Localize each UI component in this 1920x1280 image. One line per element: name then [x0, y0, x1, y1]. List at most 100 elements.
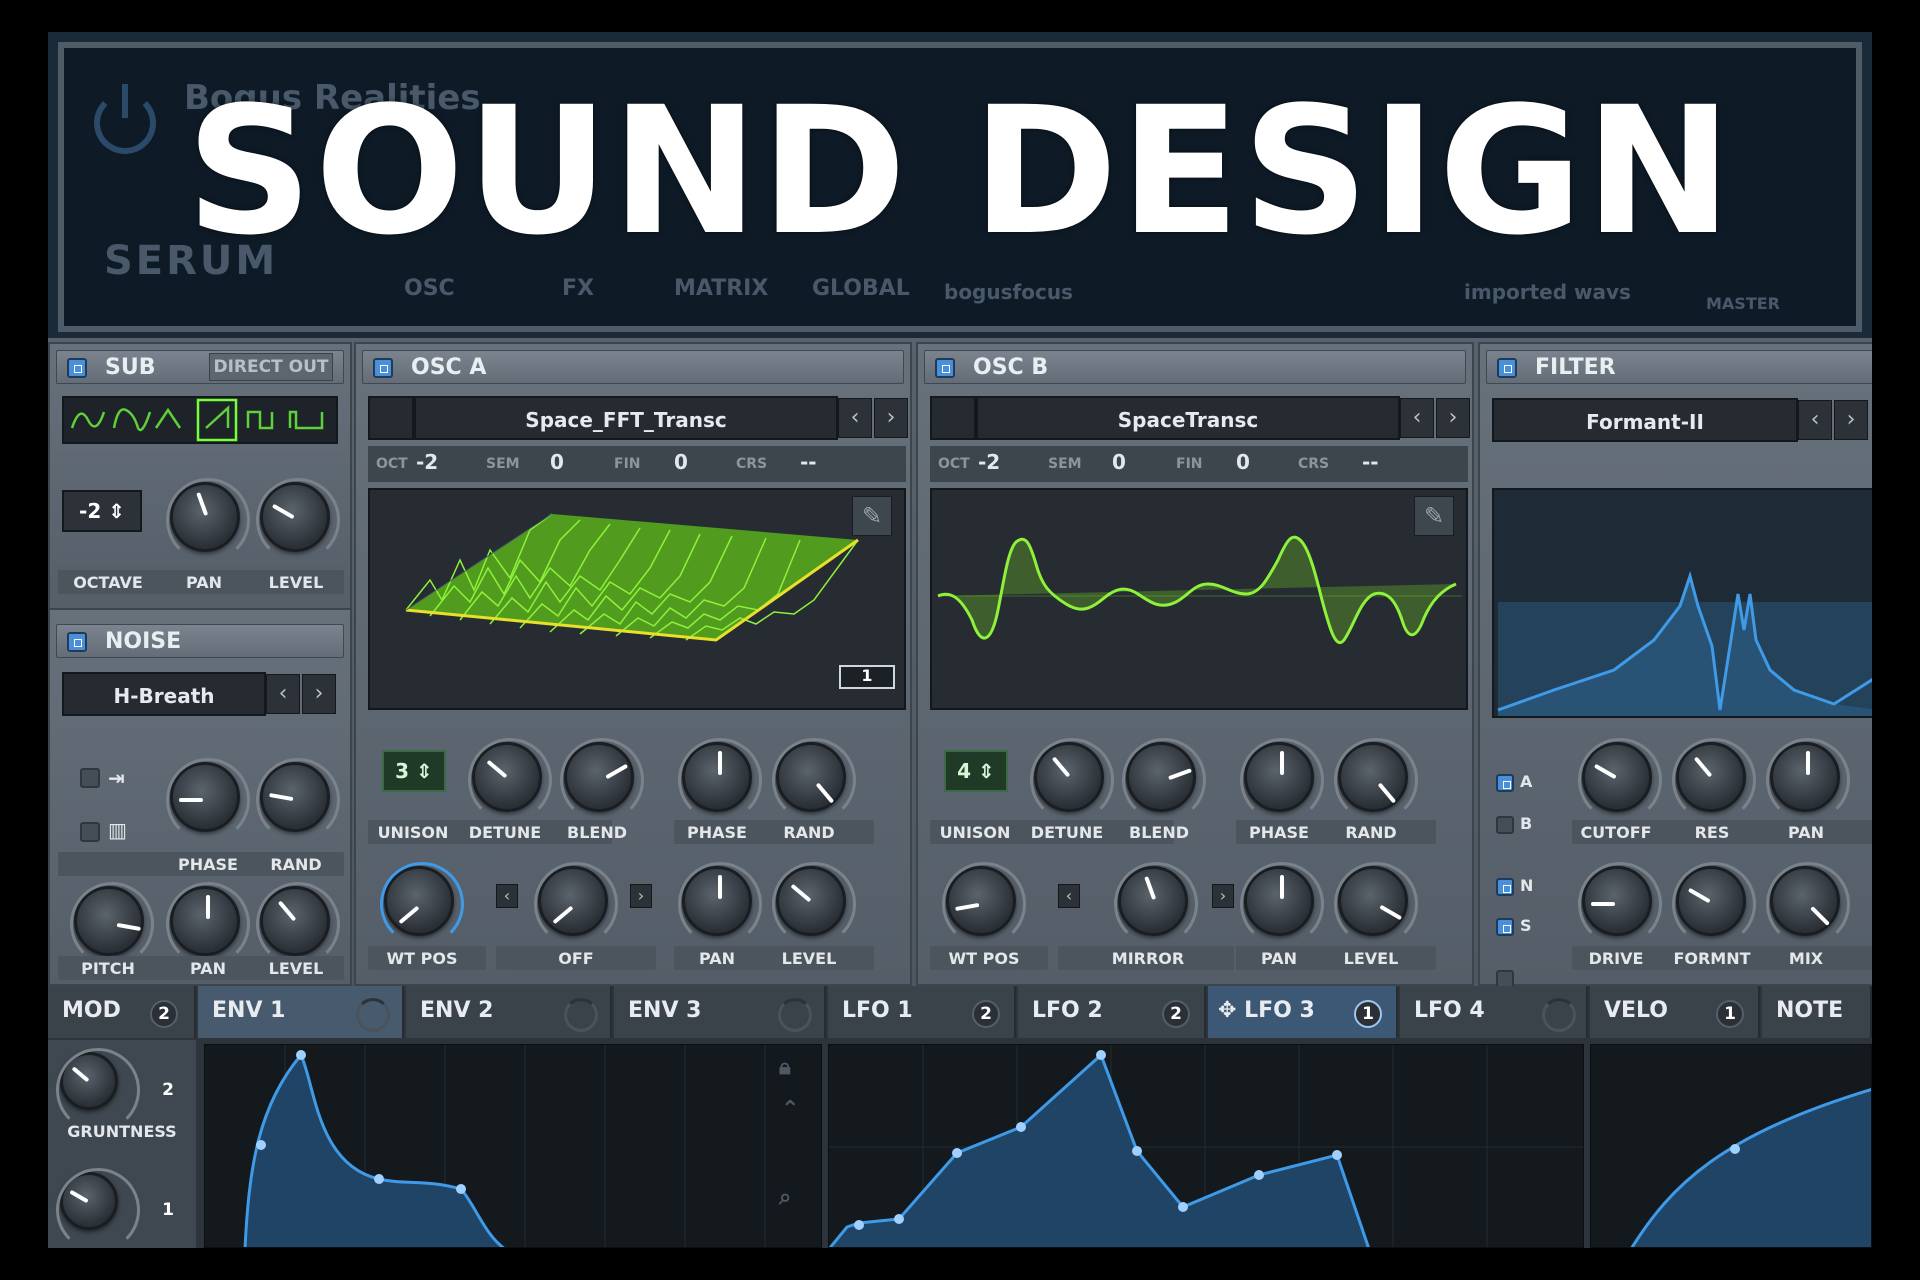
tab-env-3[interactable]: ENV 3	[614, 986, 826, 1038]
tab-lfo-4[interactable]: LFO 4	[1400, 986, 1588, 1038]
osc-b-pan-knob[interactable]	[1240, 862, 1324, 946]
osc-b-rand-knob[interactable]	[1334, 738, 1418, 822]
osc-b-crs-value[interactable]: --	[1362, 450, 1379, 474]
sub-pan-knob[interactable]	[166, 478, 250, 562]
osc-a-wtpos-knob[interactable]	[380, 862, 464, 946]
filter-res-knob[interactable]	[1672, 738, 1756, 822]
sub-waveform-selector[interactable]	[62, 396, 338, 444]
tab-matrix[interactable]: MATRIX	[674, 276, 768, 301]
filter-route-b-checkbox[interactable]	[1496, 816, 1514, 834]
osc-a-phase-knob[interactable]	[678, 738, 762, 822]
noise-rand-knob[interactable]	[256, 758, 340, 842]
osc-a-wavetable-view[interactable]: 1 ✎	[368, 488, 906, 710]
filter-drive-knob[interactable]	[1578, 862, 1662, 946]
tab-lfo-3[interactable]: ✥ LFO 3 1	[1208, 986, 1398, 1038]
noise-phase-knob[interactable]	[166, 758, 250, 842]
filter-next-arrow-icon[interactable]: ›	[1834, 400, 1868, 440]
osc-a-next-arrow-icon[interactable]: ›	[874, 398, 908, 438]
osc-a-fin-value[interactable]: 0	[674, 450, 688, 474]
tab-note[interactable]: NOTE	[1762, 986, 1872, 1038]
osc-b-edit-icon[interactable]: ✎	[1414, 496, 1454, 536]
osc-a-prev-arrow-icon[interactable]: ‹	[838, 398, 872, 438]
osc-a-crs-value[interactable]: --	[800, 450, 817, 474]
osc-b-phase-knob[interactable]	[1240, 738, 1324, 822]
osc-b-wavetable-view[interactable]: ✎	[930, 488, 1468, 710]
osc-b-blend-knob[interactable]	[1122, 738, 1206, 822]
osc-b-detune-knob[interactable]	[1030, 738, 1114, 822]
osc-a-unison-stepper[interactable]: 3 ⇕	[382, 750, 446, 792]
noise-pan-knob[interactable]	[166, 882, 250, 966]
osc-a-detune-knob[interactable]	[468, 738, 552, 822]
filter-cutoff-knob[interactable]	[1578, 738, 1662, 822]
noise-pitch-knob[interactable]	[70, 882, 154, 966]
tab-velo[interactable]: VELO 1	[1590, 986, 1760, 1038]
noise-sample-display[interactable]: H-Breath	[62, 672, 266, 716]
filter-route-a-checkbox[interactable]	[1496, 774, 1514, 792]
osc-a-edit-icon[interactable]: ✎	[852, 496, 892, 536]
filter-type-display[interactable]: Formant-II	[1492, 398, 1798, 442]
noise-level-knob[interactable]	[256, 882, 340, 966]
octave-stepper[interactable]: -2 ⇕	[62, 490, 142, 532]
noise-next-arrow-icon[interactable]: ›	[302, 674, 336, 714]
lock-icon[interactable]: 🔒︎	[779, 1055, 791, 1080]
osc-a-warp-knob[interactable]	[534, 862, 618, 946]
velocity-graph[interactable]	[1590, 1044, 1872, 1248]
osc-b-fin-value[interactable]: 0	[1236, 450, 1250, 474]
noise-oneshot-checkbox[interactable]	[80, 768, 100, 788]
osc-a-pan-knob[interactable]	[678, 862, 762, 946]
sub-enable-checkbox[interactable]	[67, 358, 87, 378]
filter-mix-knob[interactable]	[1766, 862, 1850, 946]
osc-a-frame-number[interactable]: 1	[840, 666, 894, 685]
chevron-up-icon[interactable]: ⌃	[781, 1097, 799, 1122]
filter-prev-arrow-icon[interactable]: ‹	[1798, 400, 1832, 440]
lfo-graph[interactable]	[828, 1044, 1584, 1248]
osc-b-wtpos-knob[interactable]	[942, 862, 1026, 946]
tab-env-2[interactable]: ENV 2	[406, 986, 612, 1038]
osc-a-wavetable-display[interactable]: Space_FFT_Transc	[414, 396, 838, 440]
osc-b-next-arrow-icon[interactable]: ›	[1436, 398, 1470, 438]
tab-lfo-1[interactable]: LFO 1 2	[828, 986, 1016, 1038]
osc-a-warp-prev-icon[interactable]: ‹	[496, 884, 518, 908]
mod-tab[interactable]: MOD 2	[48, 986, 196, 1038]
osc-a-warp-next-icon[interactable]: ›	[630, 884, 652, 908]
osc-b-enable-checkbox[interactable]	[935, 358, 955, 378]
filter-pan-knob[interactable]	[1766, 738, 1850, 822]
osc-a-menu-button[interactable]	[368, 396, 414, 440]
noise-enable-checkbox[interactable]	[67, 632, 87, 652]
zoom-icon[interactable]: ⌕	[779, 1185, 791, 1210]
osc-b-mirror-knob[interactable]	[1114, 862, 1198, 946]
direct-out-button[interactable]: DIRECT OUT	[209, 353, 333, 381]
sub-level-knob[interactable]	[256, 478, 340, 562]
tab-osc[interactable]: OSC	[404, 276, 455, 301]
filter-enable-checkbox[interactable]	[1497, 358, 1517, 378]
move-icon[interactable]: ✥	[1218, 998, 1236, 1023]
osc-a-level-knob[interactable]	[772, 862, 856, 946]
noise-prev-arrow-icon[interactable]: ‹	[266, 674, 300, 714]
macro-2-knob[interactable]	[56, 1168, 140, 1248]
osc-b-level-knob[interactable]	[1334, 862, 1418, 946]
tab-fx[interactable]: FX	[562, 276, 594, 301]
osc-a-oct-value[interactable]: -2	[416, 450, 438, 474]
osc-b-unison-stepper[interactable]: 4 ⇕	[944, 750, 1008, 792]
macro-1-knob[interactable]	[56, 1048, 140, 1132]
osc-b-prev-arrow-icon[interactable]: ‹	[1400, 398, 1434, 438]
filter-route-s-checkbox[interactable]	[1496, 918, 1514, 936]
tab-lfo-2[interactable]: LFO 2 2	[1018, 986, 1206, 1038]
osc-b-menu-button[interactable]	[930, 396, 976, 440]
osc-b-oct-value[interactable]: -2	[978, 450, 1000, 474]
tab-global[interactable]: GLOBAL	[812, 276, 910, 301]
osc-b-warp-next-icon[interactable]: ›	[1212, 884, 1234, 908]
osc-b-warp-prev-icon[interactable]: ‹	[1058, 884, 1080, 908]
noise-keytrack-checkbox[interactable]	[80, 822, 100, 842]
osc-b-sem-value[interactable]: 0	[1112, 450, 1126, 474]
osc-a-sem-value[interactable]: 0	[550, 450, 564, 474]
osc-a-rand-knob[interactable]	[772, 738, 856, 822]
filter-route-n-checkbox[interactable]	[1496, 878, 1514, 896]
envelope-graph[interactable]: 🔒︎ ⌃ ⌕	[204, 1044, 822, 1248]
osc-a-blend-knob[interactable]	[560, 738, 644, 822]
osc-b-wavetable-display[interactable]: SpaceTransc	[976, 396, 1400, 440]
osc-a-enable-checkbox[interactable]	[373, 358, 393, 378]
filter-response-graph[interactable]	[1492, 488, 1872, 718]
filter-formant-knob[interactable]	[1672, 862, 1756, 946]
tab-env-1[interactable]: ENV 1	[198, 986, 404, 1038]
